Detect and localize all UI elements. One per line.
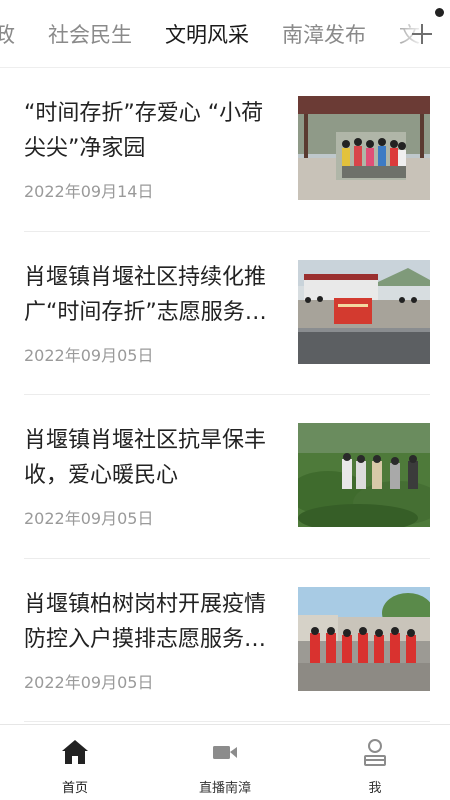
news-title: “时间存折”存爱心 “小荷尖尖”净家园 [24, 101, 264, 161]
nav-me-label: 我 [368, 781, 382, 796]
news-title: 肖堰镇肖堰社区持续化推广“时间存折”志愿服务… [24, 264, 267, 325]
channel-tabs: 政 社会民生 文明风采 南漳发布 文 [0, 18, 450, 52]
tab-politics[interactable]: 政 [0, 18, 15, 52]
tea-field-watering-photo [298, 423, 430, 527]
nav-home[interactable]: 首页 [0, 725, 150, 800]
playground-volunteers-photo [298, 96, 430, 200]
home-icon [62, 740, 88, 764]
news-item[interactable]: 肖堰镇柏树岗村开展疫情防控入户摸排志愿服务… 2022年09月05日 [24, 559, 430, 722]
news-date: 2022年09月14日 [24, 182, 154, 201]
news-list: “时间存折”存爱心 “小荷尖尖”净家园 2022年09月14日 肖堰镇肖堰社区持… [0, 68, 450, 724]
bottom-nav: 首页 直播南漳 我 [0, 724, 450, 800]
news-date: 2022年09月05日 [24, 345, 154, 365]
nav-home-label: 首页 [61, 781, 88, 796]
video-camera-icon [213, 746, 237, 759]
news-title: 肖堰镇柏树岗村开展疫情防控入户摸排志愿服务… [24, 591, 267, 652]
news-item[interactable]: “时间存折”存爱心 “小荷尖尖”净家园 2022年09月14日 [24, 68, 430, 232]
nav-me[interactable]: 我 [300, 725, 450, 800]
status-dot [435, 8, 444, 17]
nav-live-label: 直播南漳 [198, 781, 251, 796]
tab-nanzhang-release[interactable]: 南漳发布 [282, 18, 366, 52]
user-icon [364, 739, 386, 766]
channel-tab-bar: 政 社会民生 文明风采 南漳发布 文 [0, 0, 450, 68]
add-channel-icon[interactable] [408, 20, 436, 48]
community-banner-group-photo [298, 259, 430, 364]
news-item[interactable]: 肖堰镇肖堰社区抗旱保丰收，爱心暖民心 2022年09月05日 [24, 395, 430, 559]
red-vest-volunteers-photo [298, 586, 430, 691]
news-date: 2022年09月05日 [24, 509, 154, 528]
news-item[interactable]: 肖堰镇肖堰社区持续化推广“时间存折”志愿服务… 2022年09月05日 [24, 232, 430, 395]
news-date: 2022年09月05日 [24, 672, 154, 692]
tab-social-livelihood[interactable]: 社会民生 [48, 18, 132, 52]
nav-live[interactable]: 直播南漳 [150, 725, 300, 800]
news-title: 肖堰镇肖堰社区抗旱保丰收，爱心暖民心 [24, 428, 267, 488]
tab-civilization[interactable]: 文明风采 [165, 18, 249, 52]
